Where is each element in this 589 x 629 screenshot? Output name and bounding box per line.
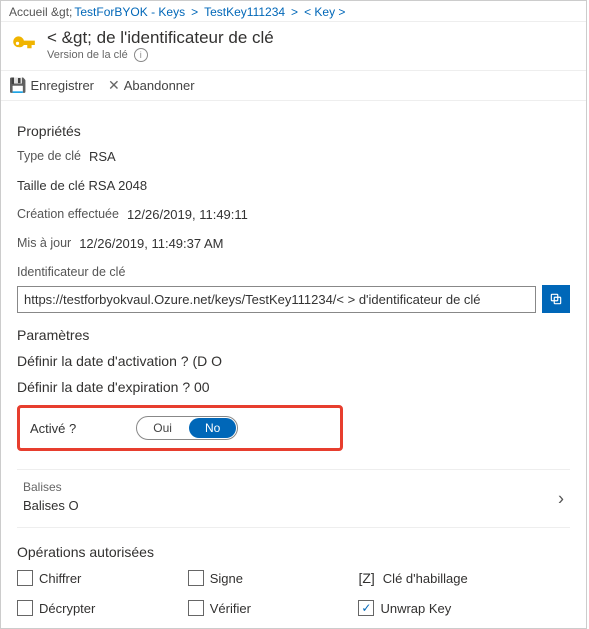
tags-label: Balises <box>23 480 570 494</box>
save-label: Enregistrer <box>30 78 94 93</box>
op-verify-label: Vérifier <box>210 601 251 616</box>
save-button[interactable]: 💾 Enregistrer <box>9 77 94 94</box>
breadcrumb-current[interactable]: < Key > <box>304 5 345 19</box>
expiration-date-line: Définir la date d'expiration ? 00 <box>17 379 570 395</box>
op-encrypt-label: Chiffrer <box>39 571 81 586</box>
chevron-right-icon: › <box>558 488 564 509</box>
key-type-value: RSA <box>89 149 116 164</box>
title-row: < &gt; de l'identificateur de clé Versio… <box>1 22 586 70</box>
op-sign[interactable]: Signe <box>188 570 351 586</box>
settings-heading: Paramètres <box>17 327 570 343</box>
command-bar: 💾 Enregistrer ✕ Abandonner <box>1 70 586 101</box>
breadcrumb-key-link[interactable]: TestKey111234 <box>204 5 285 19</box>
enabled-highlight-box: Activé ? Oui No <box>17 405 343 451</box>
created-label: Création effectuée <box>17 207 119 222</box>
breadcrumb: Accueil &gt; TestForBYOK - Keys > TestKe… <box>1 1 586 22</box>
properties-heading: Propriétés <box>17 123 570 139</box>
op-sign-label: Signe <box>210 571 243 586</box>
breadcrumb-vault-link[interactable]: TestForBYOK - Keys <box>74 5 185 19</box>
enabled-toggle[interactable]: Oui No <box>136 416 238 440</box>
discard-button[interactable]: ✕ Abandonner <box>108 77 195 94</box>
key-icon <box>11 32 37 58</box>
key-id-input[interactable] <box>17 286 536 313</box>
checkbox-checked-icon[interactable] <box>358 600 374 616</box>
operations-heading: Opérations autorisées <box>17 544 570 560</box>
op-decrypt[interactable]: Décrypter <box>17 600 180 616</box>
discard-icon: ✕ <box>108 77 120 94</box>
save-icon: 💾 <box>9 77 26 94</box>
op-wrap[interactable]: [Z] Clé d'habillage <box>358 570 570 586</box>
op-unwrap-label: Unwrap Key <box>380 601 451 616</box>
checkbox-icon[interactable] <box>188 570 204 586</box>
chevron-right-icon: > <box>191 5 198 19</box>
created-value: 12/26/2019, 11:49:11 <box>127 207 248 222</box>
checkbox-icon[interactable] <box>188 600 204 616</box>
op-verify[interactable]: Vérifier <box>188 600 351 616</box>
tags-value: Balises O <box>23 498 570 513</box>
checkbox-icon[interactable] <box>17 600 33 616</box>
enabled-toggle-yes[interactable]: Oui <box>137 417 188 439</box>
enabled-toggle-no[interactable]: No <box>189 418 236 438</box>
page-subtitle: Version de la clé <box>47 49 128 61</box>
updated-label: Mis à jour <box>17 236 71 251</box>
op-encrypt[interactable]: Chiffrer <box>17 570 180 586</box>
breadcrumb-home[interactable]: Accueil &gt; <box>9 5 72 19</box>
copy-icon <box>549 292 563 306</box>
enabled-label: Activé ? <box>30 421 76 436</box>
checkbox-icon[interactable] <box>17 570 33 586</box>
copy-button[interactable] <box>542 285 570 313</box>
discard-label: Abandonner <box>124 78 195 93</box>
tags-row[interactable]: Balises Balises O › <box>17 469 570 528</box>
op-decrypt-label: Décrypter <box>39 601 95 616</box>
activation-date-line: Définir la date d'activation ? (D O <box>17 353 570 369</box>
key-type-label: Type de clé <box>17 149 81 164</box>
updated-value: 12/26/2019, 11:49:37 AM <box>79 236 223 251</box>
op-unwrap[interactable]: Unwrap Key <box>358 600 570 616</box>
key-size-line: Taille de clé RSA 2048 <box>17 178 147 193</box>
op-wrap-label: Clé d'habillage <box>383 571 468 586</box>
wrap-symbol: [Z] <box>358 570 374 586</box>
chevron-right-icon: > <box>291 5 298 19</box>
info-icon[interactable]: i <box>134 48 148 62</box>
key-id-label: Identificateur de clé <box>17 265 570 279</box>
page-title: < &gt; de l'identificateur de clé <box>47 28 274 48</box>
